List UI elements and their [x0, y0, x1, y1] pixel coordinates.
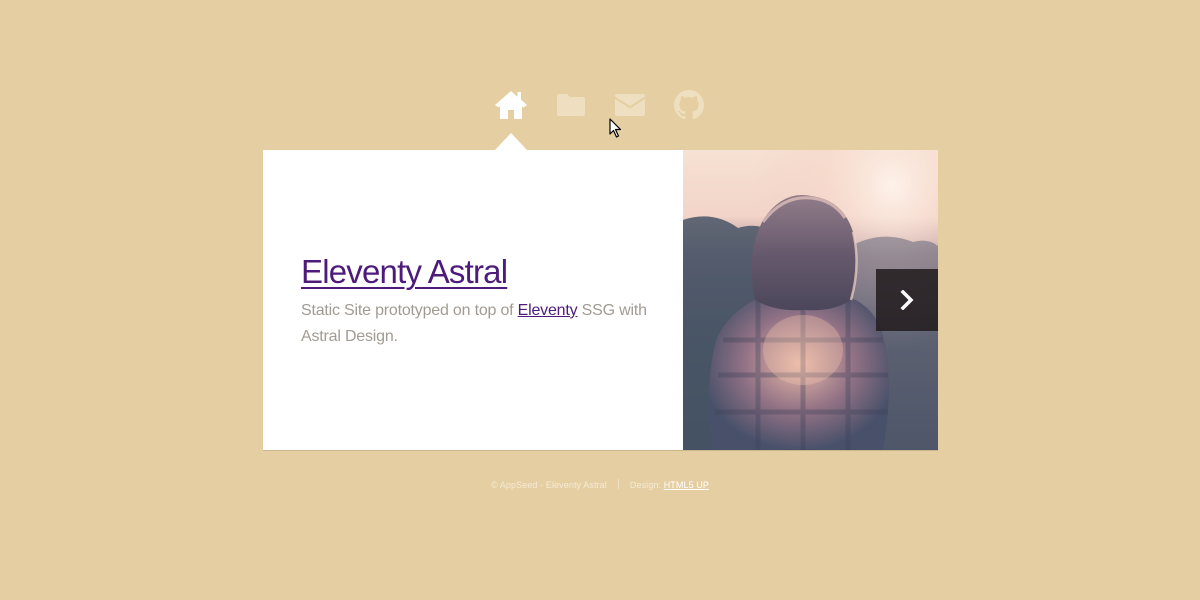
folder-icon — [557, 94, 585, 116]
eleventy-link[interactable]: Eleventy — [518, 302, 578, 319]
mouse-cursor-icon — [609, 118, 622, 138]
nav-item-github[interactable] — [671, 89, 707, 121]
copyright-text: © AppSeed - Eleventy Astral — [490, 480, 607, 490]
home-icon — [495, 91, 527, 119]
site-title-link[interactable]: Eleventy Astral — [301, 250, 508, 294]
intro-text: Eleventy Astral Static Site prototyped o… — [301, 250, 661, 350]
github-icon — [674, 90, 704, 120]
footer-divider — [617, 479, 619, 489]
envelope-icon — [615, 94, 645, 116]
page: Eleventy Astral Static Site prototyped o… — [0, 0, 1200, 600]
site-description: Static Site prototyped on top of Elevent… — [301, 298, 661, 350]
footer: © AppSeed - Eleventy Astral Design: HTML5… — [0, 479, 1200, 490]
main-nav — [0, 89, 1200, 121]
html5up-link[interactable]: HTML5 UP — [664, 480, 709, 490]
next-button[interactable] — [876, 269, 938, 331]
nav-item-work[interactable] — [553, 89, 589, 121]
nav-item-contact[interactable] — [612, 89, 648, 121]
design-label: Design: — [629, 480, 664, 490]
intro-panel: Eleventy Astral Static Site prototyped o… — [263, 150, 938, 450]
chevron-right-icon — [900, 290, 914, 310]
nav-item-home[interactable] — [493, 89, 529, 121]
description-text-start: Static Site prototyped on top of — [301, 302, 518, 319]
active-nav-pointer — [495, 133, 527, 150]
